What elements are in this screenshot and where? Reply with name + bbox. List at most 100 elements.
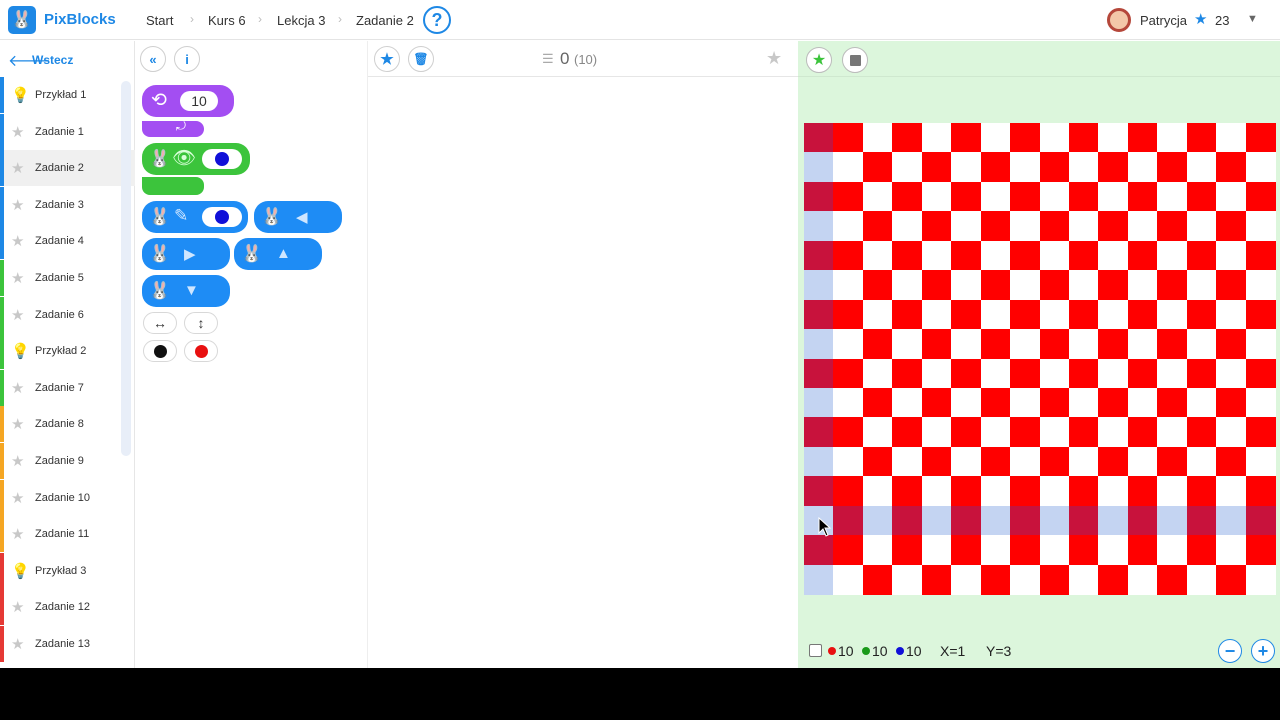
board-cell[interactable] [833,329,864,359]
board-cell[interactable] [1068,181,1099,212]
board-cell[interactable] [1068,535,1099,566]
board-cell[interactable] [1157,181,1188,212]
board-cell[interactable] [1039,505,1070,536]
code-workspace[interactable]: ★ 🗑 ☰ 0 (10) ★ [368,41,798,668]
board-cell[interactable] [951,446,982,477]
sidebar-item[interactable]: ★ Zadanie 10 [0,479,135,516]
board-cell[interactable] [1127,505,1158,536]
board-cell[interactable] [1039,299,1070,330]
board-cell[interactable] [1216,299,1247,330]
board-cell[interactable] [951,240,982,271]
board-cell[interactable] [1098,358,1129,389]
move-right-block[interactable]: 🐰 ▶ [142,238,230,270]
board-cell[interactable] [1039,329,1070,359]
board-cell[interactable] [1216,358,1247,389]
board-cell[interactable] [1098,181,1129,212]
board-cell[interactable] [804,535,834,566]
back-button[interactable]: 🡐 Wstecz [0,41,135,77]
board-cell[interactable] [1068,564,1099,595]
board-cell[interactable] [862,476,893,507]
board-cell[interactable] [1010,329,1040,359]
board-cell[interactable] [1216,417,1247,448]
board-cell[interactable] [1127,564,1158,595]
board-cell[interactable] [804,564,834,595]
board-cell[interactable] [892,123,923,153]
board-cell[interactable] [1186,358,1217,389]
board-cell[interactable] [862,299,893,330]
board-cell[interactable] [921,329,952,359]
board-cell[interactable] [1245,417,1276,448]
board-cell[interactable] [1245,211,1276,242]
if-see-block-end[interactable] [142,177,204,195]
board-cell[interactable] [862,564,893,595]
board-cell[interactable] [1098,299,1129,330]
board-cell[interactable] [1186,270,1217,301]
board-cell[interactable] [980,505,1011,536]
board-cell[interactable] [1010,181,1040,212]
board-cell[interactable] [921,181,952,212]
board-cell[interactable] [1039,417,1070,448]
board-cell[interactable] [1098,152,1129,183]
board-cell[interactable] [892,446,923,477]
board-cell[interactable] [1216,181,1247,212]
board-cell[interactable] [1068,211,1099,242]
board-cell[interactable] [1216,535,1247,566]
move-down-block[interactable]: 🐰 ▼ [142,275,230,307]
board-cell[interactable] [804,181,834,212]
breadcrumb-task[interactable]: Zadanie 2 [356,13,414,28]
board-cell[interactable] [980,535,1011,566]
board-cell[interactable] [862,181,893,212]
board-cell[interactable] [1039,387,1070,418]
board-cell[interactable] [1216,270,1247,301]
board-cell[interactable] [804,270,834,301]
board-cell[interactable] [1157,299,1188,330]
pixel-board[interactable] [804,123,1276,595]
board-cell[interactable] [1186,123,1217,153]
board-cell[interactable] [1039,270,1070,301]
board-cell[interactable] [1127,329,1158,359]
board-cell[interactable] [892,299,923,330]
sidebar-item[interactable]: ★ Zadanie 2 [0,150,135,187]
sidebar-item[interactable]: ★ Zadanie 8 [0,406,135,443]
board-cell[interactable] [1127,152,1158,183]
board-cell[interactable] [833,181,864,212]
zoom-in-button[interactable]: + [1251,639,1275,663]
board-cell[interactable] [921,417,952,448]
board-cell[interactable] [862,446,893,477]
breadcrumb-lesson[interactable]: Lekcja 3 [277,13,325,28]
board-cell[interactable] [1010,387,1040,418]
board-cell[interactable] [1245,535,1276,566]
board-cell[interactable] [1127,476,1158,507]
board-cell[interactable] [980,417,1011,448]
zoom-out-button[interactable]: − [1218,639,1242,663]
board-cell[interactable] [1068,270,1099,301]
board-cell[interactable] [1010,358,1040,389]
board-cell[interactable] [1039,535,1070,566]
board-cell[interactable] [1127,123,1158,153]
board-cell[interactable] [1216,564,1247,595]
board-cell[interactable] [951,123,982,153]
board-cell[interactable] [1157,211,1188,242]
board-cell[interactable] [1010,123,1040,153]
board-cell[interactable] [862,240,893,271]
board-cell[interactable] [1245,123,1276,153]
board-cell[interactable] [1245,181,1276,212]
board-cell[interactable] [980,181,1011,212]
board-cell[interactable] [980,446,1011,477]
board-cell[interactable] [1186,417,1217,448]
board-cell[interactable] [1010,476,1040,507]
board-cell[interactable] [921,476,952,507]
sidebar-item[interactable]: ★ Zadanie 1 [0,113,135,150]
board-cell[interactable] [921,564,952,595]
board-cell[interactable] [921,240,952,271]
board-cell[interactable] [1216,387,1247,418]
board-cell[interactable] [1216,329,1247,359]
help-button[interactable]: ? [423,6,451,34]
board-cell[interactable] [1216,152,1247,183]
board-cell[interactable] [1068,417,1099,448]
board-cell[interactable] [892,152,923,183]
board-cell[interactable] [833,446,864,477]
board-cell[interactable] [921,211,952,242]
board-cell[interactable] [1068,387,1099,418]
board-cell[interactable] [1098,476,1129,507]
